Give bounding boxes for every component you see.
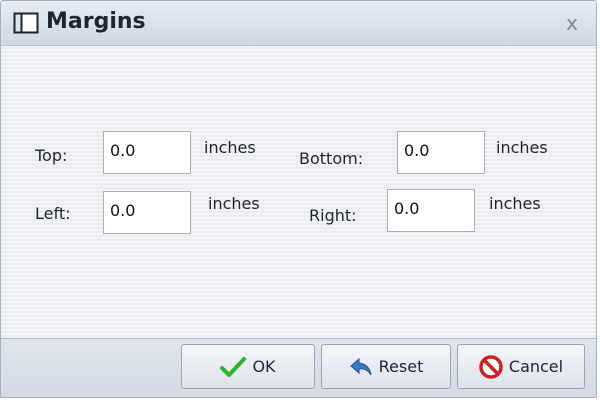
ok-button-label: OK: [252, 357, 276, 376]
close-icon[interactable]: x: [560, 11, 584, 35]
left-label: Left:: [35, 204, 71, 223]
right-unit-label: inches: [489, 194, 541, 213]
checkmark-icon: [220, 356, 247, 377]
margins-dialog: Margins x Top: inches Bottom: inches Lef…: [0, 0, 597, 398]
reset-button-label: Reset: [378, 357, 424, 376]
top-label: Top:: [35, 146, 68, 165]
no-entry-icon: [479, 354, 503, 379]
top-margin-input[interactable]: [103, 131, 191, 174]
reset-button[interactable]: Reset: [321, 344, 451, 389]
bottom-unit-label: inches: [496, 138, 548, 157]
dialog-title: Margins: [46, 9, 146, 34]
right-margin-input[interactable]: [387, 189, 475, 232]
top-unit-label: inches: [204, 138, 256, 157]
cancel-button[interactable]: Cancel: [457, 344, 585, 389]
bottom-label: Bottom:: [299, 149, 364, 168]
bottom-margin-input[interactable]: [397, 131, 485, 174]
right-label: Right:: [309, 206, 357, 225]
document-icon: [13, 12, 39, 34]
left-unit-label: inches: [208, 194, 260, 213]
title-bar[interactable]: Margins x: [1, 1, 596, 46]
cancel-button-label: Cancel: [508, 357, 564, 376]
ok-button[interactable]: OK: [181, 344, 315, 389]
button-bar: OK Reset Cancel: [1, 338, 596, 397]
undo-arrow-icon: [349, 357, 373, 377]
left-margin-input[interactable]: [103, 191, 191, 234]
